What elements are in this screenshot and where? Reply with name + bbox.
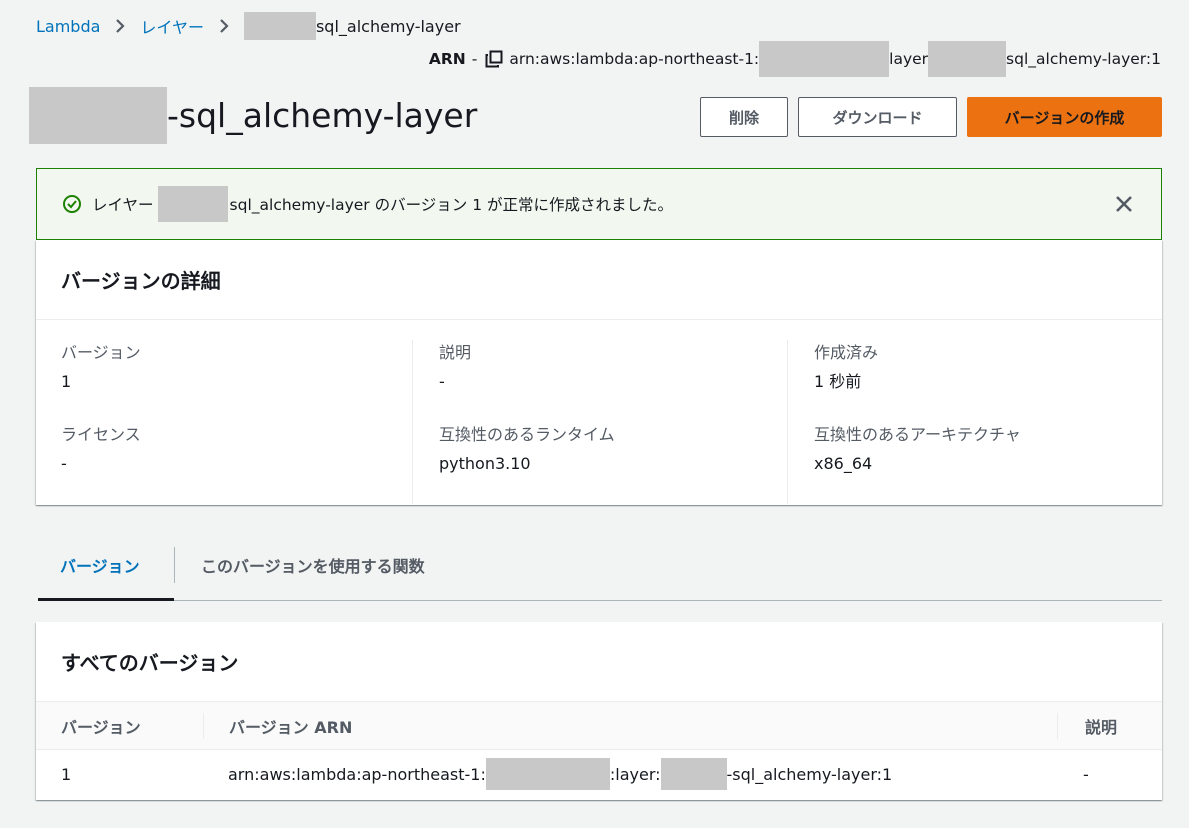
- arn-value-part1: arn:aws:lambda:ap-northeast-1:: [509, 50, 760, 68]
- arn-row: ARN - arn:aws:lambda:ap-northeast-1: lay…: [428, 41, 1161, 77]
- cell-arn-part1: arn:aws:lambda:ap-northeast-1:: [228, 764, 486, 784]
- table-header: バージョン バージョン ARN 説明: [36, 702, 1162, 750]
- all-versions-card: すべてのバージョン バージョン バージョン ARN 説明 1 arn:aws:l…: [36, 622, 1162, 800]
- cell-version: 1: [61, 764, 72, 784]
- field-label: ライセンス: [61, 425, 141, 444]
- redacted-block: [485, 758, 610, 790]
- version-details-card: バージョンの詳細 バージョン 1 ライセンス - 説明 - 互換性のあるランタイ…: [36, 240, 1162, 505]
- flash-message: レイヤー sql_alchemy-layer のバージョン 1 が正常に作成され…: [92, 186, 673, 222]
- field-description: 説明 -: [439, 340, 788, 422]
- breadcrumb-layers-link[interactable]: レイヤー: [140, 14, 204, 38]
- chevron-right-icon: [114, 15, 128, 37]
- field-label: バージョン: [61, 343, 141, 362]
- flash-message-suffix: sql_alchemy-layer のバージョン 1 が正常に作成されました。: [229, 196, 674, 214]
- column-header-version[interactable]: バージョン: [61, 702, 141, 750]
- breadcrumb-current: sql_alchemy-layer: [243, 12, 461, 40]
- redacted-block: [29, 86, 167, 144]
- redacted-block: [157, 186, 228, 222]
- cell-arn-part2: :layer:: [609, 764, 661, 784]
- version-details-grid: バージョン 1 ライセンス - 説明 - 互換性のあるランタイム python3…: [36, 320, 1162, 505]
- field-value: -: [439, 372, 445, 391]
- arn-label: ARN: [428, 50, 466, 68]
- redacted-block: [660, 758, 727, 790]
- field-compatible-runtimes: 互換性のあるランタイム python3.10: [439, 422, 788, 504]
- arn-dash: -: [471, 50, 478, 68]
- page-title-text: -sql_alchemy-layer: [167, 95, 478, 135]
- page-title: -sql_alchemy-layer: [29, 86, 477, 144]
- delete-button[interactable]: 削除: [700, 97, 788, 137]
- breadcrumb-current-label: sql_alchemy-layer: [315, 16, 461, 36]
- field-license: ライセンス -: [61, 422, 437, 504]
- cell-description: -: [1083, 764, 1089, 784]
- chevron-right-icon: [218, 15, 232, 37]
- table-row: 1 arn:aws:lambda:ap-northeast-1: :layer:…: [36, 750, 1162, 798]
- arn-value-part2: layer: [889, 50, 929, 68]
- field-label: 作成済み: [814, 343, 879, 362]
- redacted-block: [243, 12, 316, 40]
- tab-versions[interactable]: バージョン: [38, 530, 174, 601]
- breadcrumb: Lambda レイヤー sql_alchemy-layer: [36, 12, 461, 40]
- tab-functions-using-version[interactable]: このバージョンを使用する関数: [175, 530, 425, 600]
- header-actions: 削除 ダウンロード バージョンの作成: [700, 97, 1162, 137]
- copy-icon[interactable]: [485, 50, 503, 68]
- arn-value-part3: sql_alchemy-layer:1: [1006, 50, 1161, 68]
- cell-arn-part3: -sql_alchemy-layer:1: [726, 764, 893, 784]
- details-column: 作成済み 1 秒前 互換性のあるアーキテクチャ x86_64: [787, 340, 1163, 504]
- field-created: 作成済み 1 秒前: [814, 340, 1163, 422]
- tab-list: バージョン このバージョンを使用する関数: [38, 530, 1162, 601]
- field-value: x86_64: [814, 454, 873, 473]
- success-flash: レイヤー sql_alchemy-layer のバージョン 1 が正常に作成され…: [36, 168, 1162, 240]
- close-icon[interactable]: [1113, 193, 1135, 215]
- field-compatible-architectures: 互換性のあるアーキテクチャ x86_64: [814, 422, 1163, 504]
- column-header-description[interactable]: 説明: [1057, 713, 1117, 739]
- details-column: 説明 - 互換性のあるランタイム python3.10: [412, 340, 788, 504]
- field-value: 1 秒前: [814, 372, 862, 391]
- redacted-block: [928, 41, 1007, 77]
- column-header-arn[interactable]: バージョン ARN: [203, 713, 352, 739]
- breadcrumb-lambda-link[interactable]: Lambda: [36, 17, 100, 36]
- version-details-header: バージョンの詳細: [36, 240, 1162, 320]
- details-column: バージョン 1 ライセンス -: [61, 340, 437, 504]
- cell-arn: arn:aws:lambda:ap-northeast-1: :layer: -…: [228, 750, 892, 798]
- field-label: 説明: [439, 343, 472, 362]
- flash-message-prefix: レイヤー: [92, 196, 154, 214]
- field-value: 1: [61, 372, 72, 391]
- field-label: 互換性のあるアーキテクチャ: [814, 425, 1021, 444]
- check-circle-icon: [62, 194, 82, 214]
- download-button[interactable]: ダウンロード: [798, 97, 957, 137]
- create-version-button[interactable]: バージョンの作成: [967, 97, 1162, 137]
- field-value: -: [61, 454, 67, 473]
- field-label: 互換性のあるランタイム: [439, 425, 615, 444]
- redacted-block: [759, 41, 890, 77]
- field-version: バージョン 1: [61, 340, 437, 422]
- all-versions-header: すべてのバージョン: [36, 622, 1162, 702]
- field-value: python3.10: [439, 454, 531, 473]
